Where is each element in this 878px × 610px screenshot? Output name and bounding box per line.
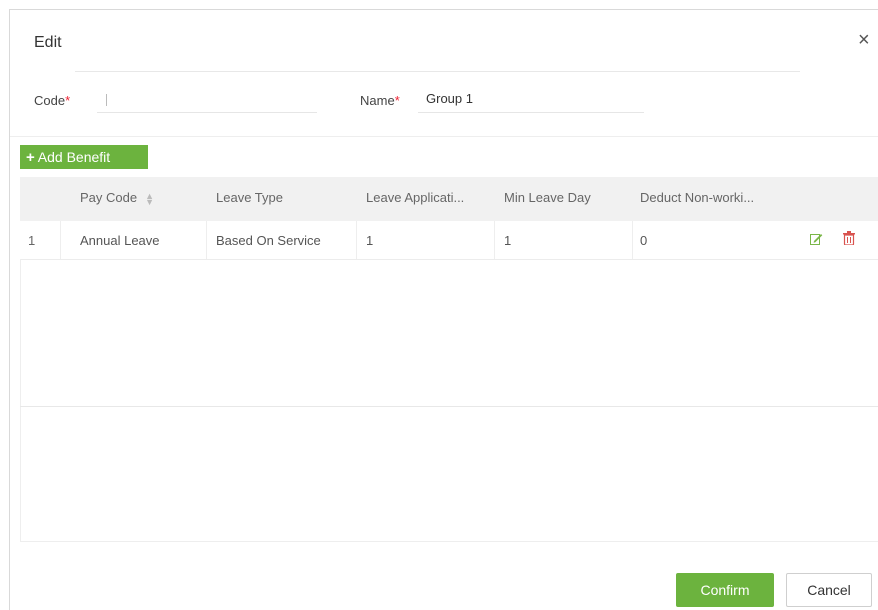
divider <box>10 136 878 137</box>
column-header-deduct-non-working[interactable]: Deduct Non-worki... <box>640 190 754 205</box>
table-border <box>20 541 878 542</box>
code-input[interactable] <box>97 85 317 113</box>
dialog-title: Edit <box>34 34 62 51</box>
cell-leave-application: 1 <box>366 233 374 248</box>
name-label-text: Name <box>360 93 395 108</box>
edit-icon[interactable] <box>810 232 823 245</box>
column-header-pay-code[interactable]: Pay Code ▲ ▼ <box>80 190 154 206</box>
column-divider <box>494 221 495 259</box>
sort-icon[interactable]: ▲ ▼ <box>145 191 154 206</box>
code-label-text: Code <box>34 93 66 108</box>
column-divider <box>60 221 61 259</box>
cell-deduct-non-working: 0 <box>640 233 648 248</box>
cell-min-leave-day: 1 <box>504 233 512 248</box>
required-mark: * <box>65 93 71 108</box>
name-label: Name* <box>360 93 400 108</box>
dialog-border <box>9 9 10 610</box>
row-index: 1 <box>28 233 36 248</box>
dialog-border <box>9 9 878 10</box>
name-input[interactable] <box>418 85 644 113</box>
table-row[interactable]: 1 Annual Leave Based On Service 1 1 0 <box>20 221 878 260</box>
column-divider <box>632 221 633 259</box>
required-mark: * <box>394 93 400 108</box>
edit-dialog: Edit × Code* Name* +Add Benefit Pay Code… <box>0 0 878 610</box>
trash-icon[interactable] <box>843 231 855 245</box>
column-header-label: Pay Code <box>80 190 138 205</box>
divider <box>20 406 878 407</box>
cell-pay-code: Annual Leave <box>80 233 160 248</box>
plus-icon: + <box>26 149 35 166</box>
confirm-button[interactable]: Confirm <box>676 573 774 607</box>
code-label: Code* <box>34 93 70 108</box>
cell-leave-type: Based On Service <box>216 233 321 248</box>
table-border <box>20 259 21 541</box>
benefit-table: Pay Code ▲ ▼ Leave Type Leave Applicati...… <box>20 177 878 542</box>
column-divider <box>206 221 207 259</box>
cancel-button[interactable]: Cancel <box>786 573 872 607</box>
column-header-min-leave-day[interactable]: Min Leave Day <box>504 190 591 205</box>
divider <box>75 71 800 72</box>
table-header: Pay Code ▲ ▼ Leave Type Leave Applicati...… <box>20 177 878 221</box>
text-cursor <box>106 94 107 106</box>
column-divider <box>356 221 357 259</box>
close-icon[interactable]: × <box>858 30 870 50</box>
column-header-leave-application[interactable]: Leave Applicati... <box>366 190 464 205</box>
add-benefit-label: Add Benefit <box>37 149 111 165</box>
column-header-leave-type[interactable]: Leave Type <box>216 190 283 205</box>
add-benefit-button[interactable]: + Add Benefit <box>20 145 148 169</box>
